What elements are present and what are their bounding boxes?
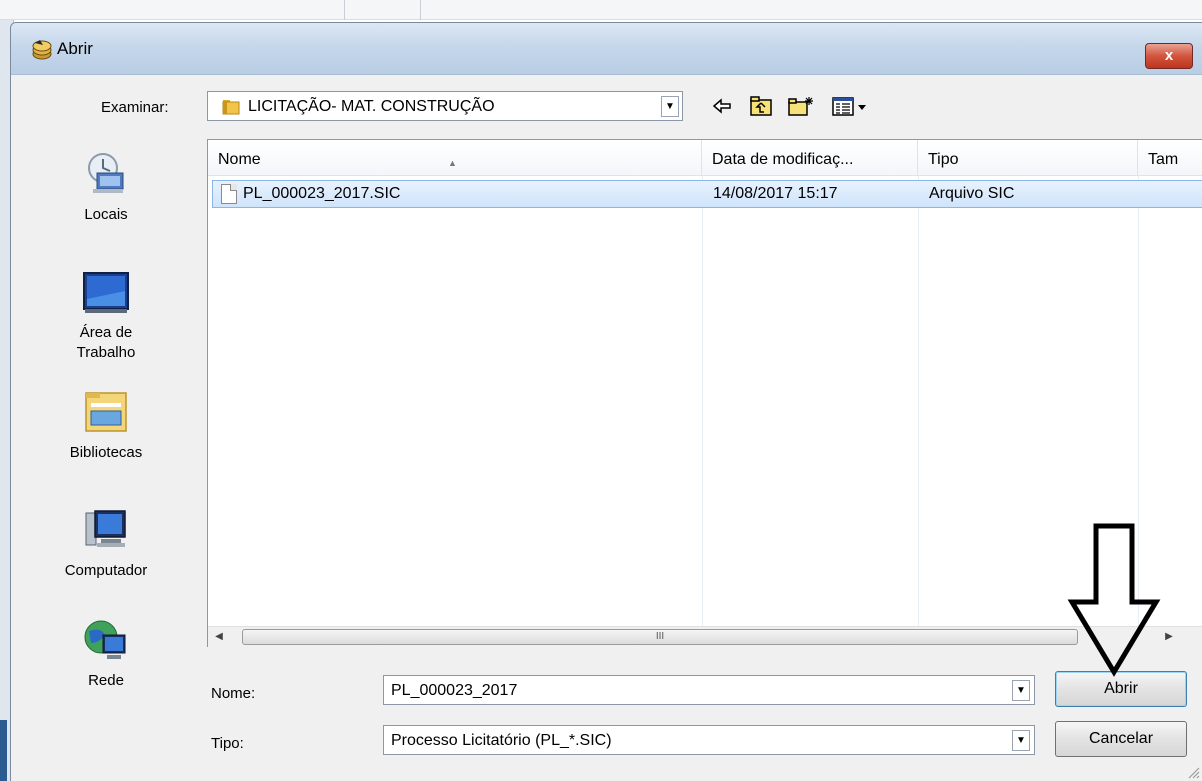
- scrollbar-grip: III: [655, 631, 665, 642]
- look-in-label: Examinar:: [101, 99, 169, 116]
- dialog-titlebar[interactable]: Abrir x: [11, 23, 1202, 75]
- folder-icon: [222, 100, 240, 115]
- column-header-label: Tipo: [928, 151, 959, 168]
- column-header-label: Tam: [1148, 151, 1179, 168]
- cancel-button[interactable]: Cancelar: [1055, 721, 1187, 757]
- dialog-title: Abrir: [57, 39, 93, 58]
- column-header-row: ▲ Nome Data de modificaç... Tipo Tam: [208, 140, 1202, 176]
- libraries-icon: [85, 392, 127, 432]
- file-row-selected[interactable]: PL_000023_2017.SIC 14/08/2017 15:17 Arqu…: [212, 180, 1202, 208]
- file-name-dropdown-button[interactable]: ▼: [1012, 680, 1030, 701]
- column-header-name[interactable]: ▲ Nome: [208, 140, 702, 176]
- annotation-down-arrow-icon: [1067, 523, 1161, 677]
- recent-places-icon: [88, 153, 124, 193]
- column-header-label: Nome: [218, 151, 261, 168]
- background-taskbar-fragment: [0, 720, 7, 781]
- desktop-icon: [83, 272, 129, 313]
- column-divider: [918, 176, 919, 626]
- back-icon[interactable]: [711, 95, 733, 117]
- place-label: Bibliotecas: [69, 444, 143, 461]
- file-modified-cell: 14/08/2017 15:17: [713, 185, 838, 202]
- horizontal-scrollbar[interactable]: ◀ III ▶: [208, 626, 1202, 647]
- place-label: Locais: [84, 206, 128, 223]
- place-label: Rede: [88, 672, 124, 689]
- look-in-dropdown-button[interactable]: ▼: [661, 96, 679, 117]
- file-name-label: Nome:: [211, 685, 256, 702]
- file-name-cell: PL_000023_2017.SIC: [243, 185, 401, 202]
- app-coins-icon: [32, 40, 52, 60]
- computer-icon: [85, 510, 126, 547]
- file-list[interactable]: ▲ Nome Data de modificaç... Tipo Tam PL_…: [207, 139, 1202, 647]
- new-folder-icon[interactable]: [787, 95, 815, 117]
- column-header-modified[interactable]: Data de modificaç...: [702, 140, 918, 176]
- file-name-combobox[interactable]: PL_000023_2017 ▼: [383, 675, 1035, 705]
- sort-ascending-icon: ▲: [448, 158, 457, 168]
- place-desktop[interactable]: Área de Trabalho: [51, 269, 161, 363]
- file-type-dropdown-button[interactable]: ▼: [1012, 730, 1030, 751]
- resize-grip-icon[interactable]: [1186, 765, 1200, 779]
- background-separator: [344, 0, 345, 20]
- column-divider: [702, 176, 703, 626]
- look-in-combobox[interactable]: LICITAÇÃO- MAT. CONSTRUÇÃO ▼: [207, 91, 683, 121]
- file-name-value: PL_000023_2017: [391, 682, 518, 699]
- network-icon: [84, 620, 126, 659]
- background-app-strip: [0, 0, 1202, 20]
- column-header-type[interactable]: Tipo: [918, 140, 1138, 176]
- up-folder-icon[interactable]: [749, 95, 773, 117]
- file-type-combobox[interactable]: Processo Licitatório (PL_*.SIC) ▼: [383, 725, 1035, 755]
- file-type-value: Processo Licitatório (PL_*.SIC): [391, 732, 612, 749]
- background-separator: [420, 0, 421, 20]
- file-type-cell: Arquivo SIC: [929, 185, 1015, 202]
- open-file-dialog: Abrir x Examinar: LICITAÇÃO- MAT. CONSTR…: [10, 22, 1202, 781]
- place-label: Área de Trabalho: [76, 324, 136, 361]
- file-icon: [221, 184, 237, 204]
- place-label: Computador: [64, 562, 148, 579]
- scroll-left-icon[interactable]: ◀: [208, 627, 230, 647]
- column-header-label: Data de modificaç...: [712, 151, 854, 168]
- place-computer[interactable]: Computador: [51, 507, 161, 581]
- look-in-value: LICITAÇÃO- MAT. CONSTRUÇÃO: [248, 98, 495, 115]
- close-button[interactable]: x: [1145, 43, 1193, 69]
- file-type-label: Tipo:: [211, 735, 244, 752]
- place-libraries[interactable]: Bibliotecas: [51, 389, 161, 463]
- view-menu-icon[interactable]: [831, 95, 871, 117]
- scrollbar-thumb[interactable]: III: [242, 629, 1078, 645]
- place-network[interactable]: Rede: [51, 617, 161, 691]
- place-recent[interactable]: Locais: [51, 151, 161, 225]
- column-header-size[interactable]: Tam: [1138, 140, 1202, 176]
